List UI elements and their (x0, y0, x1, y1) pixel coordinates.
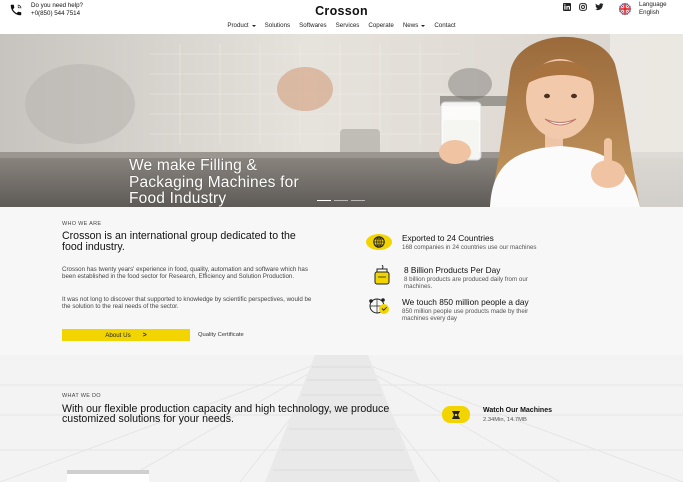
nav-news[interactable]: News (403, 22, 426, 29)
nav-softwares[interactable]: Softwares (299, 22, 327, 29)
who-title: Crosson is an international group dedica… (62, 230, 296, 254)
watch-meta: 2.34Min, 14.7MB (483, 417, 527, 423)
quality-certificate-link[interactable]: Quality Certificate (198, 332, 244, 338)
language-selector[interactable]: Language English (619, 1, 667, 16)
slider-dot[interactable] (317, 200, 331, 202)
uk-flag-icon (619, 3, 631, 15)
hero-slider[interactable]: We make Filling & Packaging Machines for… (0, 34, 683, 207)
nav-coperate[interactable]: Coperate (368, 22, 393, 29)
feature-desc: 850 million people use products made by … (402, 308, 529, 323)
what-title: With our flexible production capacity an… (62, 403, 390, 426)
watch-title: Watch Our Machines (483, 407, 552, 414)
nav-solutions[interactable]: Solutions (265, 22, 290, 29)
feature-desc: 8 billion products are produced daily fr… (404, 276, 528, 291)
what-we-do-section: WHAT WE DO With our flexible production … (0, 355, 683, 482)
feature-people: We touch 850 million people a day 850 mi… (364, 297, 552, 322)
twitter-icon[interactable] (594, 3, 604, 11)
nav-services[interactable]: Services (336, 22, 360, 29)
chevron-right-icon: > (142, 331, 147, 339)
globe-badge-icon (366, 234, 392, 250)
language-label: Language (639, 1, 667, 8)
feature-title: 8 Billion Products Per Day (404, 265, 501, 275)
who-we-are-section: WHO WE ARE Crosson is an international g… (0, 207, 683, 355)
slider-dot[interactable] (334, 200, 348, 202)
people-network-icon (369, 298, 389, 314)
feature-products: 8 Billion Products Per Day 8 billion pro… (366, 265, 552, 290)
nav-product[interactable]: Product (227, 22, 256, 29)
instagram-icon[interactable] (578, 3, 588, 11)
product-jar-icon (374, 265, 390, 285)
main-nav: Product Solutions Softwares Services Cop… (0, 22, 683, 29)
feature-title: We touch 850 million people a day (402, 297, 529, 307)
chevron-down-icon (421, 24, 426, 27)
slider-dots (317, 200, 365, 202)
who-paragraph-2: It was not long to discover that support… (62, 296, 312, 311)
nav-contact[interactable]: Contact (434, 22, 455, 29)
chevron-down-icon (251, 24, 256, 27)
language-value: English (639, 8, 660, 16)
product-card[interactable] (67, 470, 149, 482)
play-icon (442, 406, 470, 423)
linkedin-icon[interactable] (562, 3, 572, 11)
watch-machines-button[interactable]: Watch Our Machines 2.34Min, 14.7MB (442, 406, 552, 423)
who-eyebrow: WHO WE ARE (62, 221, 102, 227)
who-paragraph-1: Crosson has twenty years' experience in … (62, 266, 308, 281)
feature-countries: Exported to 24 Countries 168 companies i… (364, 233, 552, 253)
what-eyebrow: WHAT WE DO (62, 393, 101, 399)
social-links (562, 3, 604, 11)
feature-title: Exported to 24 Countries (402, 233, 494, 243)
slider-dot[interactable] (351, 200, 365, 202)
feature-desc: 168 companies in 24 countries use our ma… (402, 244, 537, 251)
top-bar: Do you need help? +0(850) 544 7514 Cross… (0, 0, 683, 34)
about-us-button[interactable]: About Us > (62, 329, 190, 341)
